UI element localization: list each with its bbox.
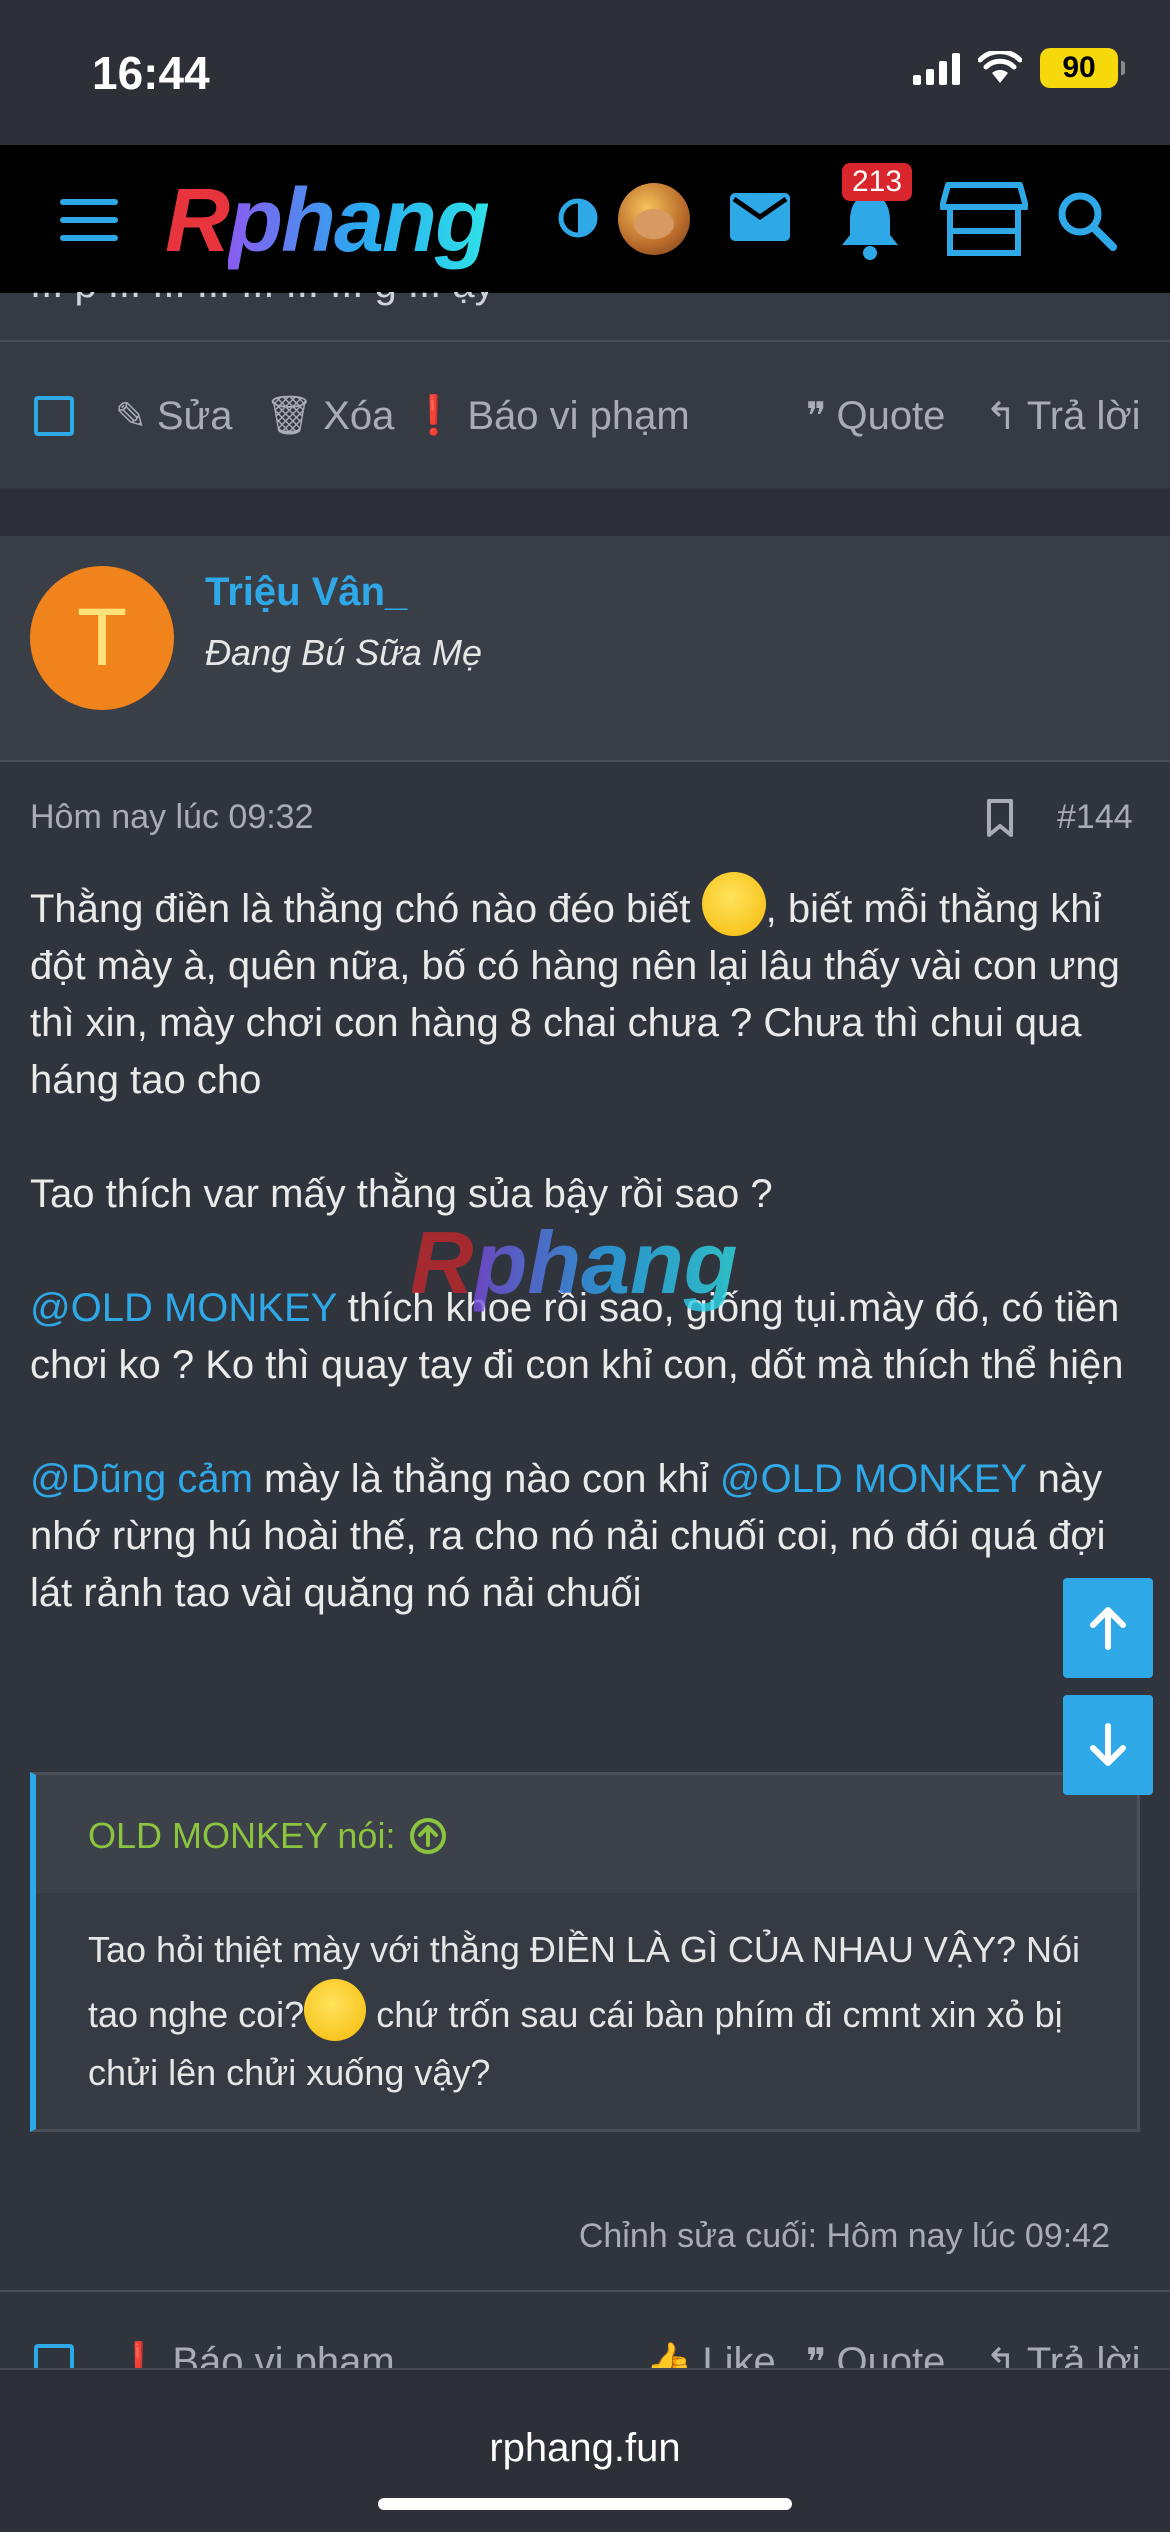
status-time: 16:44 (92, 47, 210, 99)
status-bar: 16:44 90 (0, 0, 1170, 145)
quote-author: OLD MONKEY nói: (88, 1815, 396, 1856)
paragraph: Thằng điền là thằng chó nào đéo biết , b… (30, 872, 1140, 1109)
report-button[interactable]: ❗ Báo vi phạm (410, 394, 690, 439)
alert-icon: ❗ (410, 395, 458, 437)
scroll-up-button[interactable] (1063, 1578, 1153, 1678)
watermark-logo: Rphang (410, 1218, 738, 1308)
avatar[interactable] (618, 183, 690, 255)
user-avatar[interactable]: T (30, 566, 174, 710)
store-icon[interactable] (940, 179, 1028, 257)
mention-link[interactable]: @Dũng cảm (30, 1457, 253, 1501)
home-indicator[interactable] (378, 2498, 792, 2510)
laughing-emoji-icon (304, 1979, 367, 2041)
last-edited: Chỉnh sửa cuối: Hôm nay lúc 09:42 (578, 2217, 1110, 2255)
site-logo[interactable]: Rphang (165, 171, 490, 271)
text: mày là thằng nào con khỉ (252, 1457, 720, 1501)
user-title: Đang Bú Sữa Mẹ (205, 632, 482, 673)
alert-icon: ❗ (115, 2341, 163, 2371)
wifi-icon (978, 51, 1022, 83)
reply-icon: ↰ (985, 395, 1017, 438)
scroll-down-button[interactable] (1063, 1695, 1153, 1795)
search-icon[interactable] (1055, 189, 1117, 251)
reply-icon: ↰ (985, 2342, 1017, 2370)
logo-letter: R (165, 171, 230, 271)
watermark-text: phang (473, 1213, 738, 1312)
arrow-down-icon (1090, 1723, 1126, 1766)
quote-icon: ❞ (806, 395, 827, 438)
reply-button[interactable]: ↰ Trả lời (985, 2340, 1140, 2370)
like-label: Like (702, 2340, 776, 2370)
arrow-up-circle-icon[interactable] (409, 1817, 447, 1855)
notification-badge: 213 (842, 163, 913, 201)
post-separator (0, 490, 1170, 536)
delete-label: Xóa (323, 393, 395, 438)
mention-link[interactable]: @OLD MONKEY (30, 1286, 337, 1330)
quote-header: OLD MONKEY nói: (36, 1775, 1137, 1893)
arrow-up-icon (1090, 1607, 1126, 1650)
watermark-letter: R (410, 1213, 474, 1312)
paragraph: @Dũng cảm mày là thằng nào con khỉ @OLD … (30, 1451, 1140, 1622)
previous-post-actions: ✎ Sửa 🗑 Xóa ❗ Báo vi phạm ❞ Quote ↰ Trả … (0, 366, 1170, 466)
trash-icon: 🗑 (265, 395, 314, 437)
post-number[interactable]: #144 (1057, 798, 1133, 837)
edit-label: Sửa (156, 393, 233, 438)
theme-toggle-icon[interactable] (557, 197, 599, 239)
battery-icon: 90 (1040, 48, 1125, 88)
post-header: T Triệu Vân_ Đang Bú Sữa Mẹ (0, 536, 1170, 762)
menu-icon[interactable] (60, 199, 118, 241)
divider (0, 340, 1170, 342)
text: Thằng điền là thằng chó nào đéo biết (30, 887, 702, 931)
browser-url-bar: rphang.fun (0, 2368, 1170, 2532)
username-link[interactable]: Triệu Vân_ (205, 570, 407, 615)
report-button[interactable]: ❗ Báo vi phạm (115, 2340, 395, 2370)
quote-block: OLD MONKEY nói: Tao hỏi thiệt mày với th… (30, 1772, 1140, 2132)
pencil-icon: ✎ (115, 395, 147, 438)
reply-label: Trả lời (1026, 2340, 1141, 2370)
reply-button[interactable]: ↰ Trả lời (985, 394, 1140, 439)
mail-icon[interactable] (728, 189, 792, 245)
url-text[interactable]: rphang.fun (0, 2426, 1170, 2471)
logo-text: phang (228, 171, 490, 271)
select-checkbox[interactable] (34, 396, 74, 436)
thumbs-up-icon: 👍 (645, 2341, 693, 2371)
status-indicators: 90 (913, 48, 1125, 88)
quote-button[interactable]: ❞ Quote (806, 394, 945, 439)
reply-label: Trả lời (1026, 393, 1141, 438)
select-checkbox[interactable] (34, 2344, 74, 2370)
quote-label: Quote (836, 393, 946, 438)
like-button[interactable]: 👍 Like (645, 2340, 776, 2370)
edit-button[interactable]: ✎ Sửa (115, 394, 233, 439)
report-label: Báo vi phạm (467, 393, 690, 438)
bookmark-icon[interactable] (985, 798, 1015, 838)
cellular-signal-icon (913, 51, 960, 85)
mention-link[interactable]: @OLD MONKEY (720, 1457, 1027, 1501)
quote-author-link[interactable]: OLD MONKEY nói: (88, 1815, 447, 1857)
post-body: Hôm nay lúc 09:32 #144 Thằng điền là thằ… (0, 762, 1170, 2292)
post-actions: ❗ Báo vi phạm 👍 Like ❞ Quote ↰ Trả lời (0, 2290, 1170, 2370)
quote-label: Quote (836, 2340, 946, 2370)
quote-text: Tao hỏi thiệt mày với thằng ĐIỀN LÀ GÌ C… (88, 1921, 1098, 2102)
smirk-emoji-icon (701, 872, 766, 936)
site-header: Rphang 213 (0, 145, 1170, 293)
report-label: Báo vi phạm (172, 2340, 395, 2370)
quote-button[interactable]: ❞ Quote (806, 2340, 945, 2370)
post-date[interactable]: Hôm nay lúc 09:32 (30, 798, 314, 837)
delete-button[interactable]: 🗑 Xóa (265, 394, 394, 439)
quote-icon: ❞ (806, 2342, 827, 2370)
